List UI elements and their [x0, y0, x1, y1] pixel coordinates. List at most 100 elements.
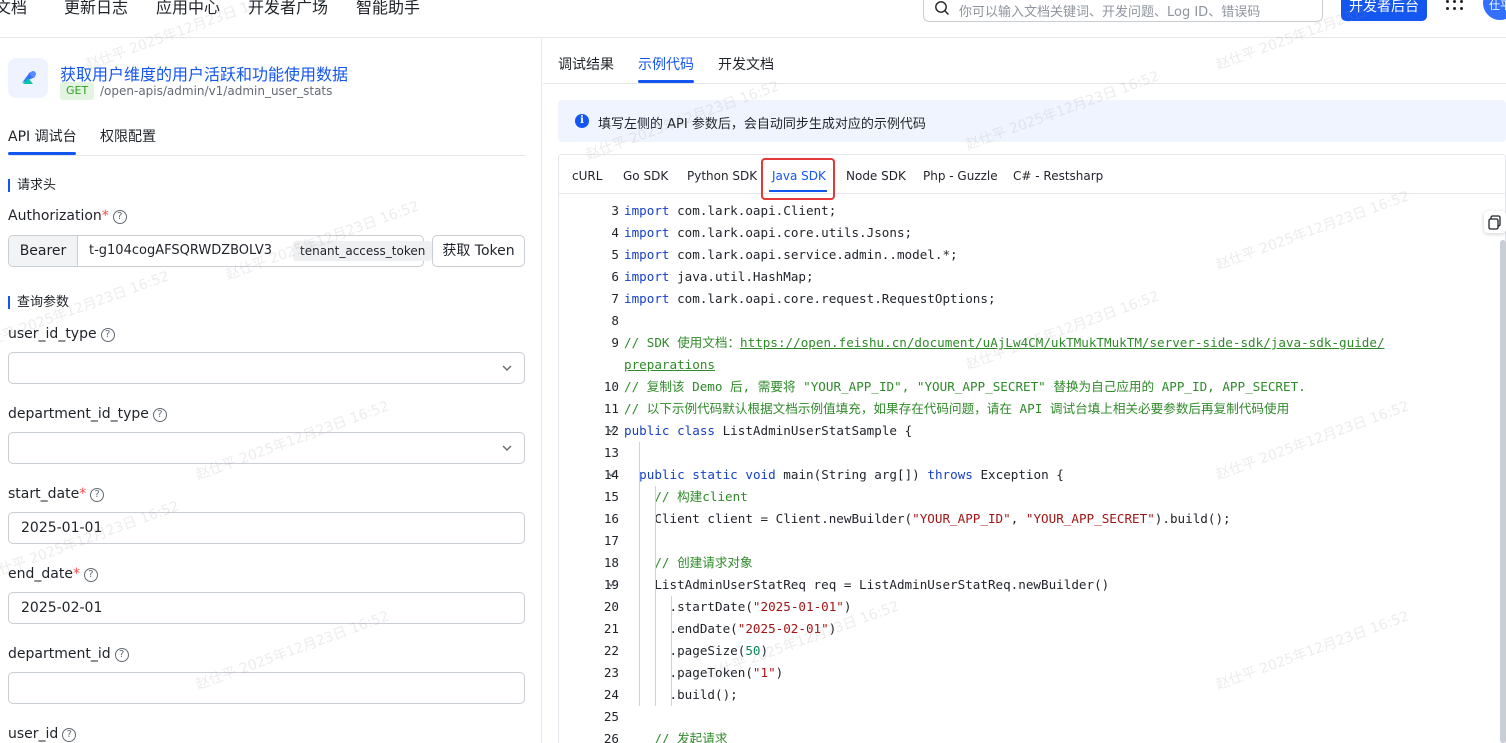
tab-permission-config[interactable]: 权限配置	[100, 126, 156, 146]
nav-item-developer-plaza[interactable]: 开发者广场	[248, 0, 328, 16]
code-text: // SDK 使用文档：https://open.feishu.cn/docum…	[624, 335, 1385, 350]
code-text: // 发起请求	[654, 731, 728, 743]
code-text: // 复制该 Demo 后, 需要将 "YOUR_APP_ID", "YOUR_…	[624, 379, 1306, 394]
top-navigation-bar: 文档 更新日志 应用中心 开发者广场 智能助手 你可以输入文档关键词、开发问题、…	[0, 0, 1506, 38]
line-number: 21	[603, 621, 619, 636]
code-line: 19 ListAdminUserStatReq req = ListAdminU…	[559, 574, 1505, 596]
help-icon[interactable]: ?	[152, 408, 167, 422]
section-title-request-header: 请求头	[8, 179, 56, 192]
field-label-text: department_id_type	[8, 406, 149, 422]
code-text: .pageSize(50)	[624, 643, 769, 658]
help-icon[interactable]: ?	[62, 728, 77, 742]
line-number: 24	[603, 687, 619, 702]
code-line: 3 import com.lark.oapi.Client;	[559, 200, 1505, 222]
code-line: 16 Client client = Client.newBuilder("YO…	[559, 508, 1505, 530]
avatar[interactable]: 仕平	[1483, 0, 1506, 20]
code-text: import com.lark.oapi.core.request.Reques…	[624, 291, 996, 306]
fold-chevron-icon[interactable]	[606, 470, 616, 478]
code-line: 10 // 复制该 Demo 后, 需要将 "YOUR_APP_ID", "YOU…	[559, 376, 1505, 398]
active-tab-indicator	[638, 80, 694, 83]
line-number: 9	[611, 335, 619, 350]
field-label-text: department_id	[8, 646, 111, 662]
line-number: 13	[603, 445, 619, 460]
code-text: public class ListAdminUserStatSample {	[624, 423, 913, 438]
code-text: .startDate("2025-01-01")	[624, 599, 852, 614]
department-id-type-label: department_id_type?	[8, 406, 167, 422]
nav-item-smart-assistant[interactable]: 智能助手	[356, 0, 420, 16]
code-line: 9 // SDK 使用文档：https://open.feishu.cn/docu…	[559, 332, 1505, 354]
api-title[interactable]: 获取用户维度的用户活跃和功能使用数据	[60, 61, 348, 85]
http-method-badge: GET	[60, 82, 95, 100]
code-text: .build();	[624, 687, 738, 702]
token-value[interactable]: t-g104cogAFSQRWDZBOLV3	[89, 236, 272, 266]
chevron-down-icon	[502, 445, 512, 451]
code-text: preparations	[624, 357, 715, 372]
tab-api-debug[interactable]: API 调试台	[8, 126, 77, 146]
line-number: 17	[603, 533, 619, 548]
code-text: // 构建client	[654, 489, 748, 504]
sdk-tab-python[interactable]: Python SDK	[687, 169, 757, 183]
developer-console-button[interactable]: 开发者后台	[1341, 0, 1427, 21]
fold-chevron-icon[interactable]	[606, 426, 616, 434]
sdk-tab-bar: cURL Go SDK Python SDK Java SDK Node SDK…	[559, 155, 1505, 194]
scrollbar[interactable]	[1500, 240, 1506, 743]
tab-debug-result[interactable]: 调试结果	[558, 54, 614, 74]
line-number: 6	[611, 269, 619, 284]
tab-sample-code[interactable]: 示例代码	[638, 54, 694, 74]
line-number: 15	[603, 489, 619, 504]
help-icon[interactable]: ?	[112, 210, 127, 224]
user-id-type-select[interactable]	[8, 352, 525, 384]
api-path: /open-apis/admin/v1/admin_user_stats	[100, 84, 333, 98]
copy-icon[interactable]	[1484, 211, 1506, 233]
sdk-tab-node[interactable]: Node SDK	[846, 169, 906, 183]
authorization-field[interactable]: Bearer t-g104cogAFSQRWDZBOLV3 tenant_acc…	[8, 235, 433, 267]
department-id-type-select[interactable]	[8, 432, 525, 464]
sdk-tab-curl[interactable]: cURL	[572, 169, 602, 183]
nav-item-app-center[interactable]: 应用中心	[156, 0, 220, 16]
end-date-label: end_date*?	[8, 566, 98, 582]
tab-divider	[8, 155, 525, 156]
code-line: 6 import java.util.HashMap;	[559, 266, 1505, 288]
end-date-input[interactable]: 2025-02-01	[8, 592, 525, 624]
sdk-tab-csharp[interactable]: C# - Restsharp	[1013, 169, 1103, 183]
search-icon	[935, 1, 949, 15]
line-number: 3	[611, 203, 619, 218]
java-sdk-highlight-box	[761, 158, 835, 200]
section-title-query-params: 查询参数	[8, 296, 69, 309]
help-icon[interactable]: ?	[100, 328, 115, 342]
department-id-input[interactable]	[8, 672, 525, 704]
get-token-button[interactable]: 获取 Token	[432, 235, 525, 267]
bearer-prefix: Bearer	[9, 236, 78, 266]
help-icon[interactable]: ?	[114, 648, 129, 662]
nav-item-docs[interactable]: 文档	[0, 0, 27, 16]
line-number: 10	[603, 379, 619, 394]
required-asterisk: *	[72, 566, 80, 582]
code-line: 18 // 创建请求对象	[559, 552, 1505, 574]
code-line: 24 .build();	[559, 684, 1505, 706]
apps-grid-icon[interactable]	[1446, 0, 1464, 14]
help-icon[interactable]: ?	[83, 568, 98, 582]
line-number: 25	[603, 709, 619, 724]
help-icon[interactable]: ?	[90, 488, 105, 502]
fold-chevron-icon[interactable]	[606, 580, 616, 588]
code-text: import com.lark.oapi.Client;	[624, 203, 837, 218]
token-type-tag[interactable]: tenant_access_token	[293, 241, 433, 261]
sdk-tab-php[interactable]: Php - Guzzle	[923, 169, 998, 183]
line-number: 22	[603, 643, 619, 658]
sdk-tab-go[interactable]: Go SDK	[623, 169, 668, 183]
field-label-text: user_id	[8, 726, 59, 742]
start-date-input[interactable]: 2025-01-01	[8, 512, 525, 544]
indent-guide	[639, 442, 640, 706]
tab-dev-docs[interactable]: 开发文档	[718, 54, 774, 74]
start-date-label: start_date*?	[8, 486, 105, 502]
api-icon	[8, 58, 48, 98]
line-number: 8	[611, 313, 619, 328]
api-debug-panel: 获取用户维度的用户活跃和功能使用数据 GET /open-apis/admin/…	[0, 39, 542, 743]
search-input[interactable]: 你可以输入文档关键词、开发问题、Log ID、错误码	[923, 0, 1323, 22]
code-line: 7 import com.lark.oapi.core.request.Reque…	[559, 288, 1505, 310]
line-number: 16	[603, 511, 619, 526]
code-line: 21 .endDate("2025-02-01")	[559, 618, 1505, 640]
nav-item-changelog[interactable]: 更新日志	[64, 0, 128, 16]
code-line: 25	[559, 706, 1505, 728]
indent-guide	[671, 596, 672, 706]
